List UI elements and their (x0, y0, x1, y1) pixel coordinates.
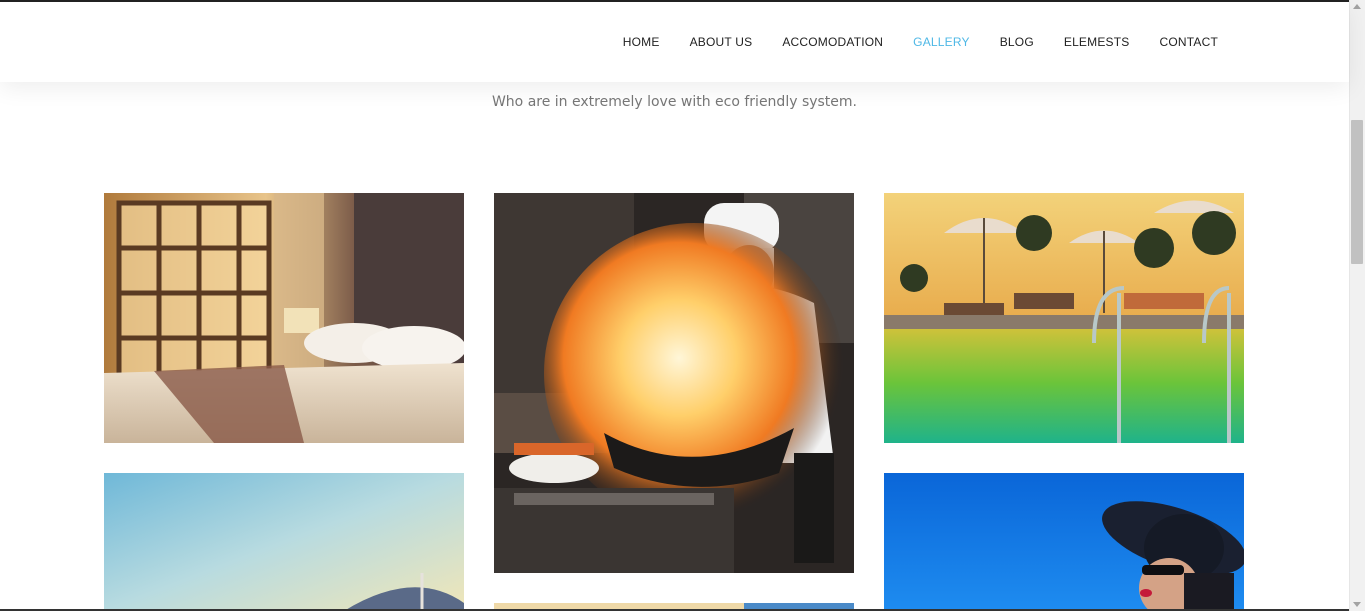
pool-photo (884, 193, 1244, 443)
section-subtitle: Who are in extremely love with eco frien… (491, 94, 858, 110)
scroll-thumb[interactable] (1351, 120, 1363, 264)
gallery-image-chef[interactable] (494, 193, 854, 573)
nav-elements[interactable]: ELEMESTS (1064, 2, 1130, 82)
woman-hat-photo (884, 473, 1244, 611)
scroll-down-icon[interactable] (1353, 602, 1361, 607)
gallery-image-beach-umbrella[interactable] (104, 473, 464, 611)
gallery-image-woman-hat[interactable] (884, 473, 1244, 611)
beach-umbrella-photo (104, 473, 464, 611)
bedroom-photo (104, 193, 464, 443)
nav-about-us[interactable]: ABOUT US (690, 2, 753, 82)
nav-blog[interactable]: BLOG (1000, 2, 1034, 82)
nav-home[interactable]: HOME (623, 2, 660, 82)
nav-accomodation[interactable]: ACCOMODATION (782, 2, 883, 82)
chef-photo (494, 193, 854, 573)
main-nav: HOME ABOUT US ACCOMODATION GALLERY BLOG … (593, 2, 1218, 82)
nav-gallery[interactable]: GALLERY (913, 2, 970, 82)
scroll-up-icon[interactable] (1353, 4, 1361, 9)
page-scrollbar[interactable] (1349, 0, 1365, 611)
gallery-image-pool[interactable] (884, 193, 1244, 443)
site-header: HOME ABOUT US ACCOMODATION GALLERY BLOG … (0, 2, 1349, 82)
gallery-image-bedroom[interactable] (104, 193, 464, 443)
nav-contact[interactable]: CONTACT (1159, 2, 1218, 82)
